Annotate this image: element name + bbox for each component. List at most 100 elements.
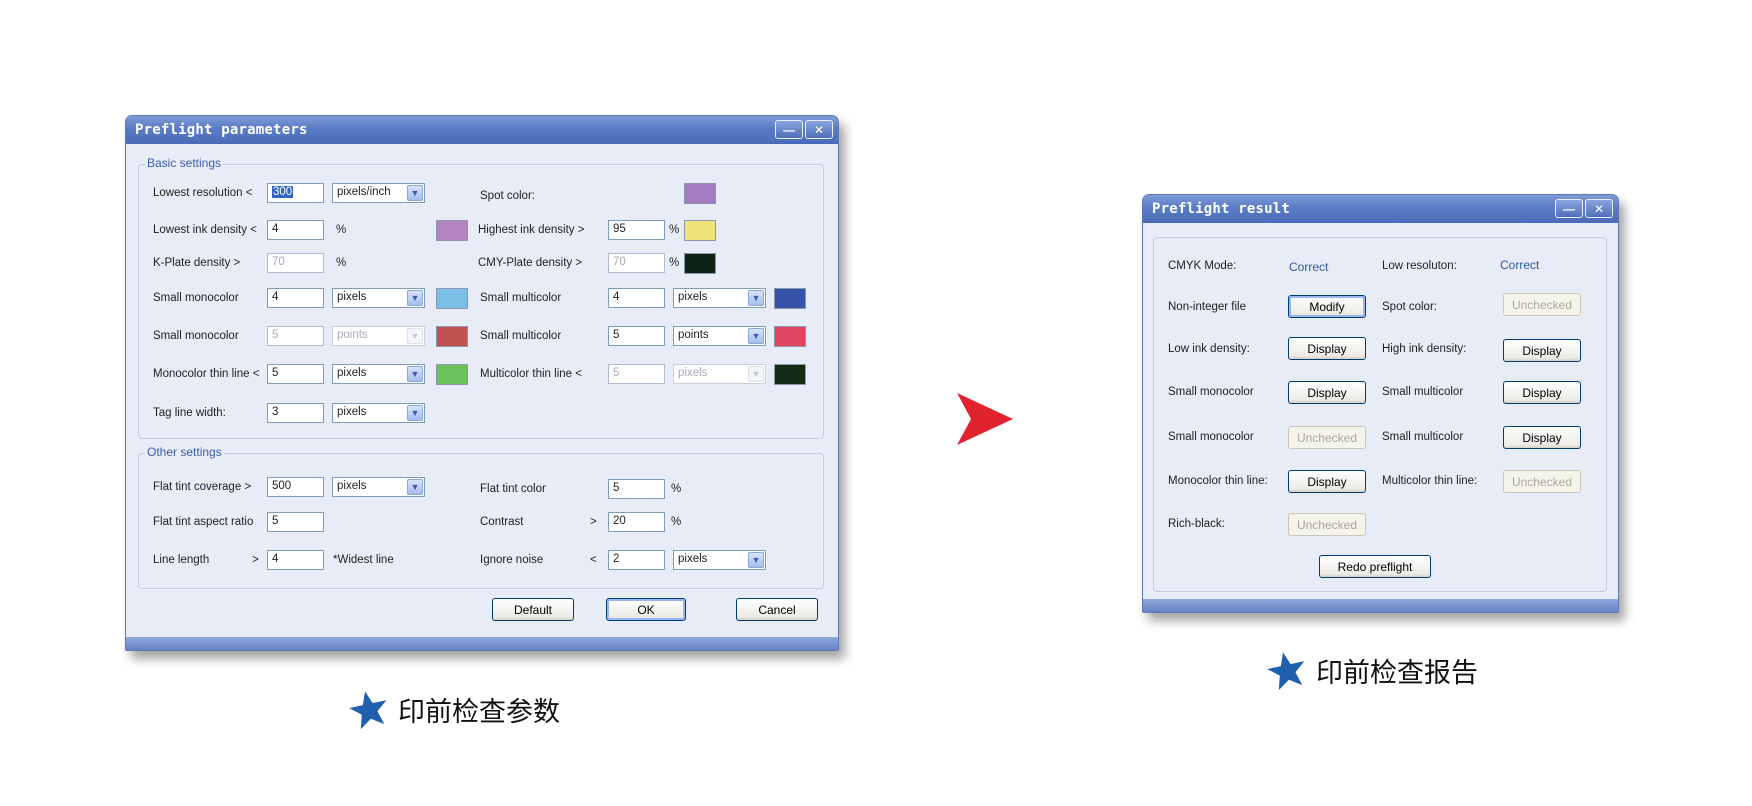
flat-tint-coverage-unit-select[interactable]: pixels ▼ <box>332 477 425 497</box>
small-monocolor-2-input[interactable]: 5 <box>267 326 324 346</box>
preflight-result-window: Preflight result — ✕ CMYK Mode: Correct … <box>1142 194 1619 613</box>
low-ink-density-label: Low ink density: <box>1168 343 1250 355</box>
contrast-label: Contrast <box>480 516 524 528</box>
left-caption: 印前检查参数 <box>398 697 560 728</box>
chevron-down-icon: ▼ <box>407 328 423 344</box>
line-length-input[interactable]: 4 <box>267 550 324 570</box>
ignore-noise-operator: < <box>590 554 597 566</box>
ok-button[interactable]: OK <box>606 598 686 621</box>
cancel-button[interactable]: Cancel <box>736 598 818 621</box>
redo-preflight-button[interactable]: Redo preflight <box>1319 555 1431 578</box>
small-monocolor-2-unchecked-button[interactable]: Unchecked <box>1288 426 1366 449</box>
cmy-plate-density-label: CMY-Plate density > <box>478 257 583 269</box>
flat-tint-aspect-ratio-label: Flat tint aspect ratio <box>153 516 254 528</box>
title-bar[interactable]: Preflight parameters — ✕ <box>126 116 838 144</box>
small-monocolor-1-swatch[interactable] <box>436 288 468 309</box>
flat-tint-aspect-ratio-input[interactable]: 5 <box>267 512 324 532</box>
small-multicolor-1-display-button[interactable]: Display <box>1503 381 1581 404</box>
ignore-noise-input[interactable]: 2 <box>608 550 665 570</box>
cmyk-mode-value: Correct <box>1289 260 1329 274</box>
close-button[interactable]: ✕ <box>805 120 833 139</box>
highest-ink-density-swatch[interactable] <box>684 220 716 241</box>
small-multicolor-1-swatch[interactable] <box>774 288 806 309</box>
lowest-resolution-unit-select[interactable]: pixels/inch ▼ <box>332 183 425 203</box>
small-monocolor-2-swatch[interactable] <box>436 326 468 347</box>
ignore-noise-unit-select[interactable]: pixels ▼ <box>673 550 766 570</box>
lowest-ink-density-swatch[interactable] <box>436 220 468 241</box>
small-monocolor-2-unit-select[interactable]: points ▼ <box>332 326 425 346</box>
small-multicolor-2-display-button[interactable]: Display <box>1503 426 1581 449</box>
small-monocolor-1-label: Small monocolor <box>1168 386 1254 398</box>
multicolor-thin-line-unit-select[interactable]: pixels ▼ <box>673 364 766 384</box>
small-multicolor-1-input[interactable]: 4 <box>608 288 665 308</box>
spot-color-unchecked-button[interactable]: Unchecked <box>1503 293 1581 316</box>
line-length-operator: > <box>252 554 259 566</box>
default-button[interactable]: Default <box>492 598 574 621</box>
k-plate-density-label: K-Plate density > <box>153 257 241 269</box>
lowest-ink-density-input[interactable]: 4 <box>267 220 324 240</box>
small-multicolor-1-label: Small multicolor <box>480 292 562 304</box>
right-caption: 印前检查报告 <box>1316 658 1478 689</box>
flat-tint-coverage-input[interactable]: 500 <box>267 477 324 497</box>
chevron-down-icon: ▼ <box>748 552 764 568</box>
k-plate-density-unit: % <box>336 257 347 269</box>
multicolor-thin-line-input[interactable]: 5 <box>608 364 665 384</box>
contrast-input[interactable]: 20 <box>608 512 665 532</box>
cmy-plate-density-input[interactable]: 70 <box>608 253 665 273</box>
small-multicolor-1-unit-select[interactable]: pixels ▼ <box>673 288 766 308</box>
rich-black-unchecked-button[interactable]: Unchecked <box>1288 513 1366 536</box>
flat-tint-color-unit: % <box>671 483 682 495</box>
title-bar[interactable]: Preflight result — ✕ <box>1143 195 1618 223</box>
spot-color-swatch[interactable] <box>684 183 716 204</box>
tag-line-width-input[interactable]: 3 <box>267 403 324 423</box>
ignore-noise-label: Ignore noise <box>480 554 544 566</box>
small-multicolor-2-unit-select[interactable]: points ▼ <box>673 326 766 346</box>
chevron-down-icon: ▼ <box>748 366 764 382</box>
cmy-plate-density-swatch[interactable] <box>684 253 716 274</box>
star-icon <box>1267 652 1305 691</box>
lowest-resolution-input[interactable]: 300 <box>267 183 324 203</box>
window-bottom-bar <box>1143 599 1618 612</box>
monocolor-thin-line-swatch[interactable] <box>436 364 468 385</box>
spot-color-label: Spot color: <box>1382 301 1437 313</box>
monocolor-thin-line-unit-select[interactable]: pixels ▼ <box>332 364 425 384</box>
chevron-down-icon: ▼ <box>407 290 423 306</box>
small-multicolor-1-label: Small multicolor <box>1382 386 1464 398</box>
other-settings-legend: Other settings <box>145 445 224 459</box>
arrow-right-icon <box>957 393 1013 445</box>
small-monocolor-2-label: Small monocolor <box>153 330 239 342</box>
result-group <box>1153 237 1607 592</box>
line-length-unit: *Widest line <box>333 554 394 566</box>
high-ink-density-display-button[interactable]: Display <box>1503 339 1581 362</box>
small-multicolor-2-swatch[interactable] <box>774 326 806 347</box>
tag-line-width-unit-select[interactable]: pixels ▼ <box>332 403 425 423</box>
monocolor-thin-line-label: Monocolor thin line: <box>1168 475 1268 487</box>
cmyk-mode-label: CMYK Mode: <box>1168 260 1237 272</box>
flat-tint-coverage-label: Flat tint coverage > <box>153 481 252 493</box>
monocolor-thin-line-display-button[interactable]: Display <box>1288 470 1366 493</box>
multicolor-thin-line-unchecked-button[interactable]: Unchecked <box>1503 470 1581 493</box>
k-plate-density-input[interactable]: 70 <box>267 253 324 273</box>
multicolor-thin-line-swatch[interactable] <box>774 364 806 385</box>
contrast-operator: > <box>590 516 597 528</box>
spot-color-label: Spot color: <box>480 190 535 202</box>
flat-tint-color-input[interactable]: 5 <box>608 479 665 499</box>
preflight-parameters-window: Preflight parameters — ✕ Basic settings … <box>125 115 839 651</box>
minimize-button[interactable]: — <box>775 120 803 139</box>
chevron-down-icon: ▼ <box>407 185 423 201</box>
highest-ink-density-input[interactable]: 95 <box>608 220 665 240</box>
minimize-button[interactable]: — <box>1555 199 1583 218</box>
flat-tint-color-label: Flat tint color <box>480 483 546 495</box>
small-monocolor-1-display-button[interactable]: Display <box>1288 381 1366 404</box>
chevron-down-icon: ▼ <box>748 328 764 344</box>
small-monocolor-1-unit-select[interactable]: pixels ▼ <box>332 288 425 308</box>
small-monocolor-1-input[interactable]: 4 <box>267 288 324 308</box>
small-multicolor-2-input[interactable]: 5 <box>608 326 665 346</box>
close-button[interactable]: ✕ <box>1585 199 1613 218</box>
low-ink-density-display-button[interactable]: Display <box>1288 337 1366 360</box>
non-integer-file-label: Non-integer file <box>1168 301 1246 313</box>
monocolor-thin-line-input[interactable]: 5 <box>267 364 324 384</box>
modify-button[interactable]: Modify <box>1288 295 1366 318</box>
high-ink-density-label: High ink density: <box>1382 343 1467 355</box>
star-icon <box>349 691 387 730</box>
